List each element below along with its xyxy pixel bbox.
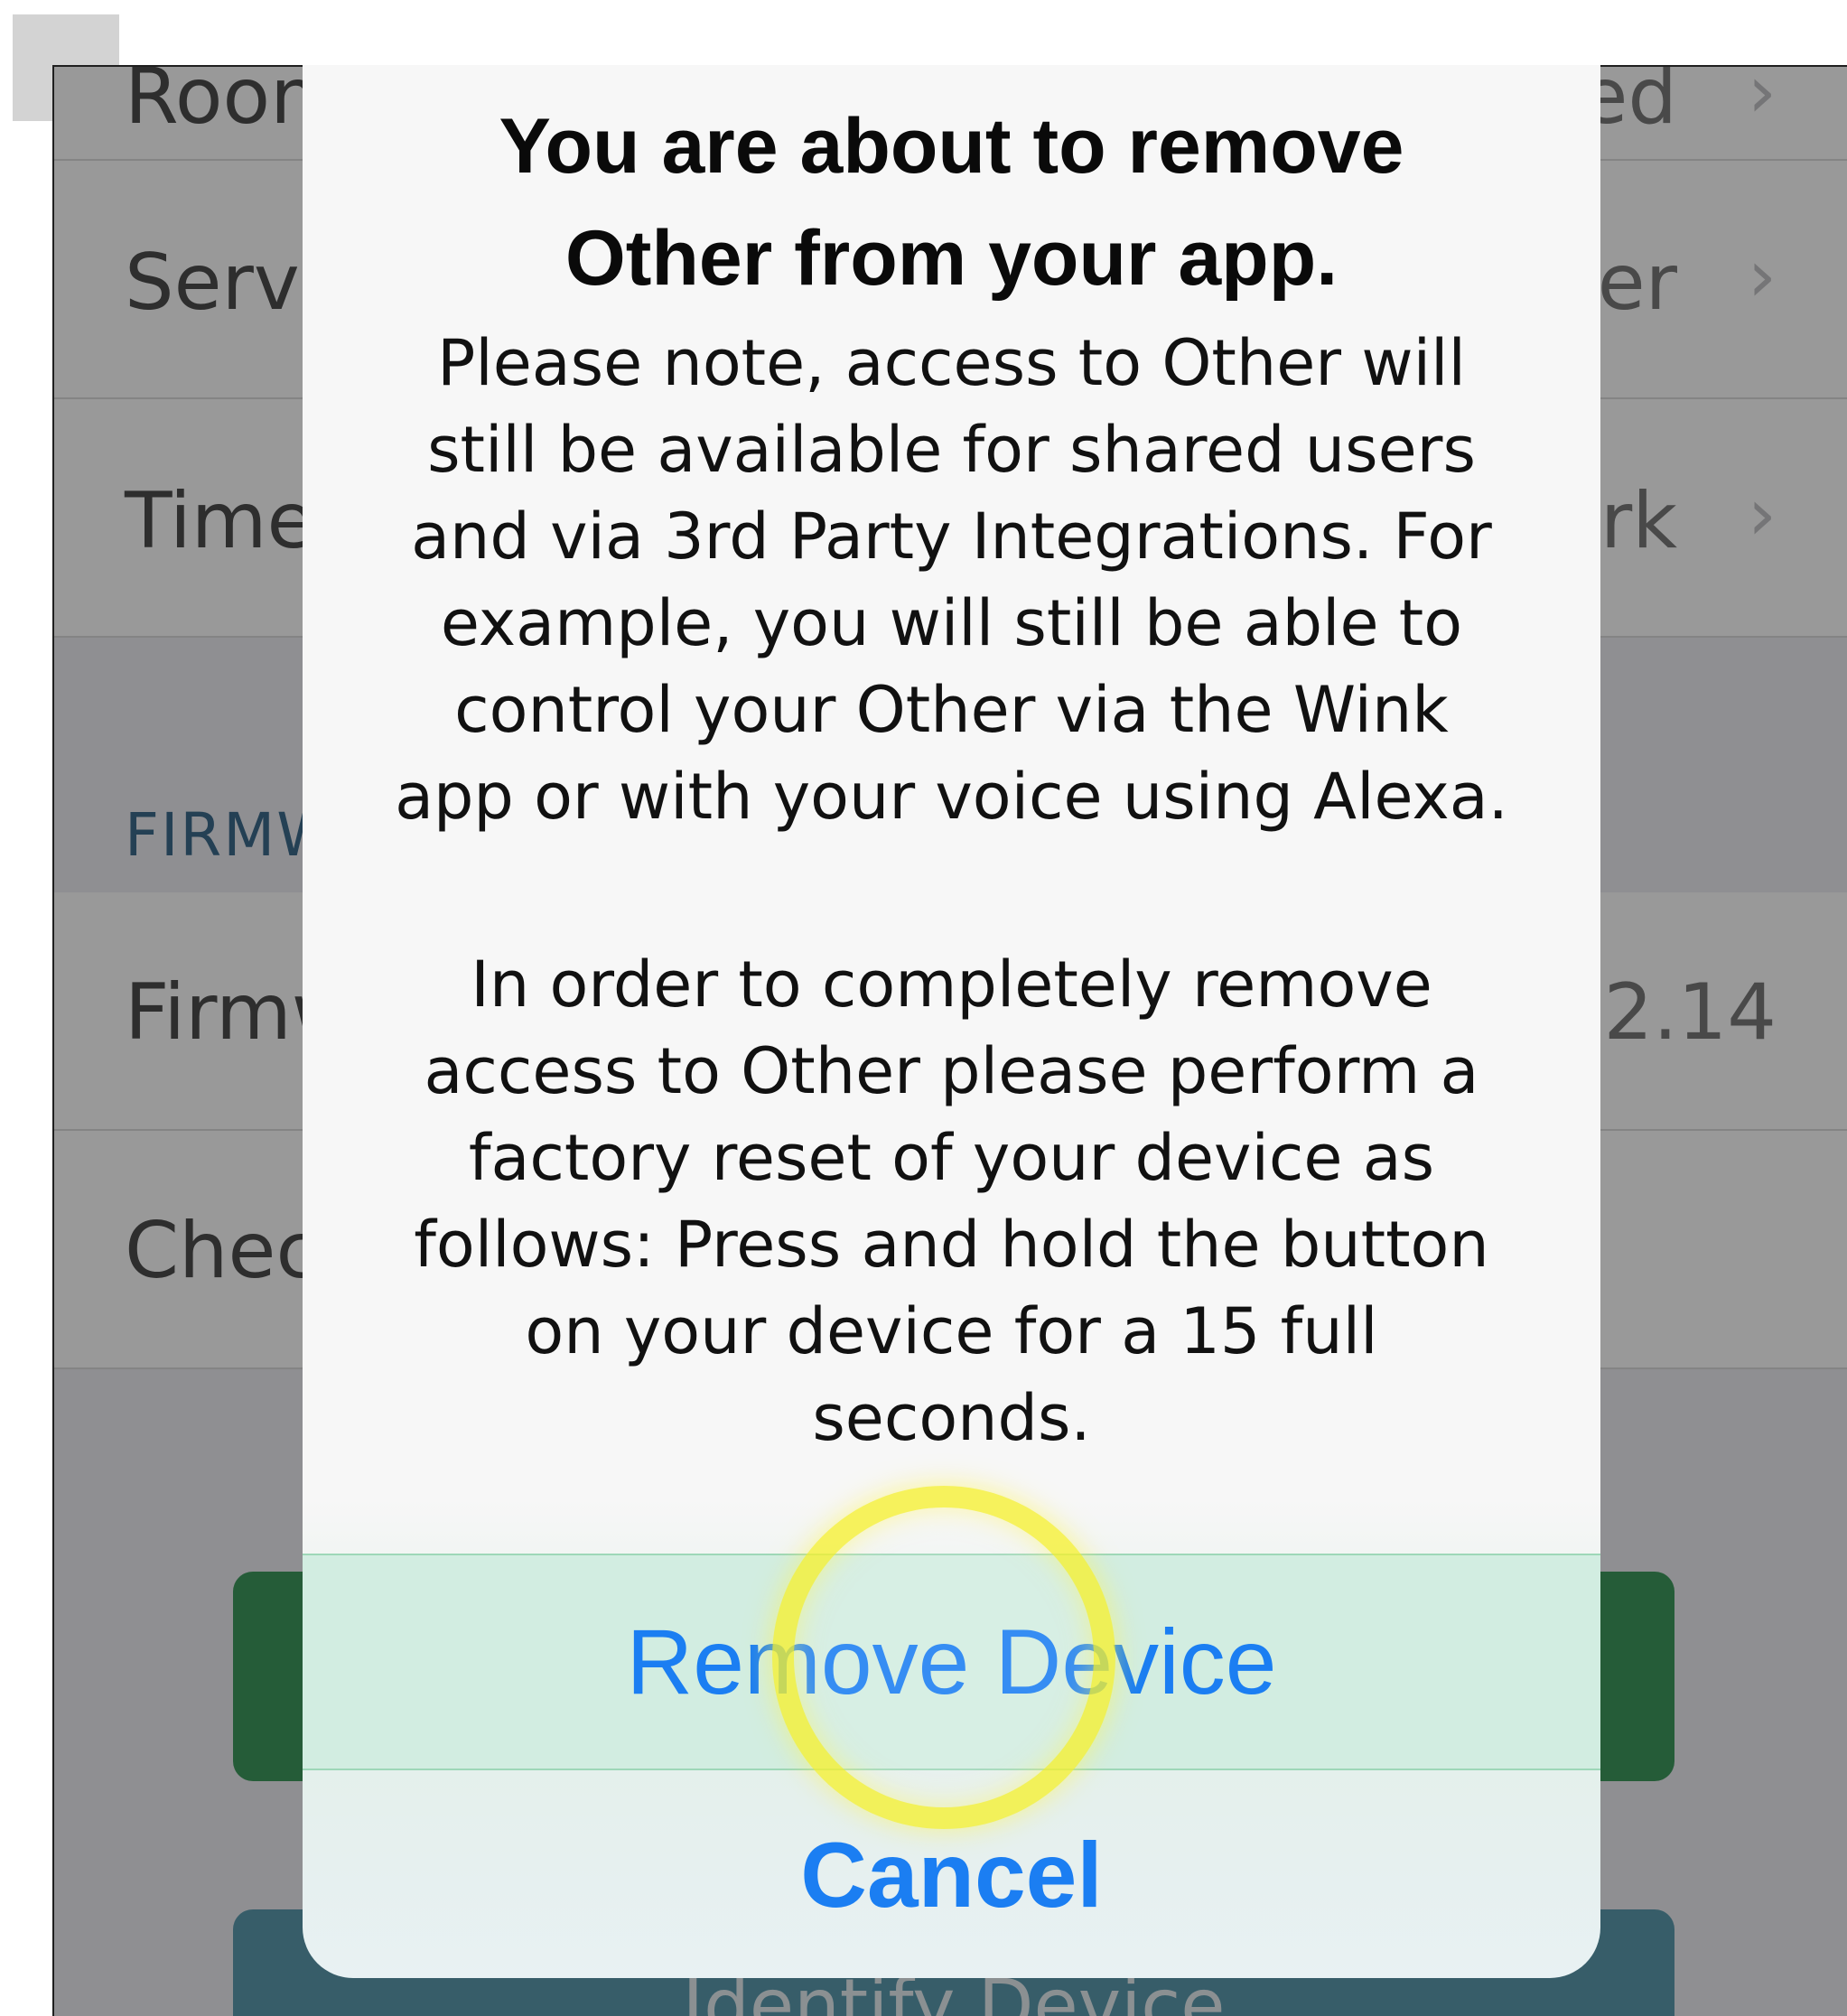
cancel-label: Cancel [800,1823,1103,1927]
message-line: In order to completely remove [471,947,1432,1022]
message-line: follows: Press and hold the button [414,1208,1489,1282]
message-line: example, you will still be able to [440,586,1463,660]
message-line: still be available for shared users [427,413,1476,487]
alert-title-line: You are about to remove [499,103,1404,190]
message-line: factory reset of your device as [468,1121,1435,1195]
message-line: access to Other please perform a [424,1034,1479,1108]
touch-indicator [772,1486,1115,1829]
message-line: control your Other via the Wink [454,673,1449,747]
message-line: and via 3rd Party Integrations. For [411,499,1492,574]
message-line: app or with your voice using Alexa. [395,760,1508,834]
message-line: on your device for a 15 full [525,1294,1378,1368]
alert-title-line: Other from your app. [564,215,1339,302]
alert-title: You are about to remove Other from your … [303,90,1600,314]
message-line: seconds. [812,1381,1091,1455]
alert-message-paragraph-1: Please note, access to Other will still … [348,320,1555,840]
alert-message-paragraph-2: In order to completely remove access to … [348,941,1555,1461]
message-line: Please note, access to Other will [437,326,1466,400]
